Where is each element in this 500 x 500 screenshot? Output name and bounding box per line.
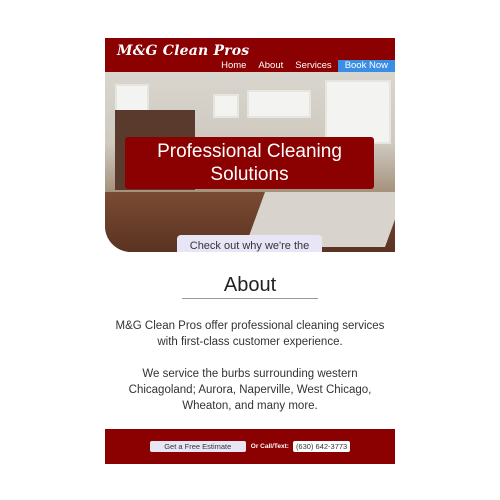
- site-header: M&G Clean Pros Home About Services Book …: [105, 38, 395, 72]
- main-nav: Home About Services Book Now: [215, 60, 395, 72]
- hero-title-line1: Professional Cleaning: [157, 141, 342, 162]
- hero-cta-label-line1: Check out why we're the: [189, 240, 310, 252]
- nav-item-home[interactable]: Home: [215, 60, 252, 72]
- hero-title-line2: Solutions: [210, 164, 289, 185]
- free-estimate-button[interactable]: Get a Free Estimate: [149, 441, 246, 452]
- window-image: [213, 94, 239, 118]
- hero-banner: Professional Cleaning Solutions: [125, 137, 374, 189]
- window-image: [325, 80, 391, 144]
- nav-item-about[interactable]: About: [252, 60, 289, 72]
- hero-section: Professional Cleaning Solutions Check ou…: [105, 72, 395, 252]
- about-divider: [182, 298, 318, 299]
- nav-item-book-now[interactable]: Book Now: [337, 60, 395, 72]
- phone-number[interactable]: (630) 642-3773: [292, 441, 351, 452]
- about-heading: About: [223, 274, 277, 296]
- nav-item-services[interactable]: Services: [289, 60, 337, 72]
- hero-cta-button[interactable]: Check out why we're the best: [177, 235, 322, 252]
- about-paragraph-1: M&G Clean Pros offer professional cleani…: [115, 320, 385, 348]
- window-image: [247, 90, 311, 118]
- site-footer: Get a Free Estimate Or Call/Text: (630) …: [105, 429, 395, 464]
- brand-logo[interactable]: M&G Clean Pros: [117, 43, 249, 59]
- hero-title: Professional Cleaning Solutions: [157, 140, 342, 186]
- call-text-label: Or Call/Text:: [250, 443, 289, 450]
- landing-page: M&G Clean Pros Home About Services Book …: [105, 38, 395, 464]
- about-paragraph-2: We service the burbs surrounding western…: [128, 368, 372, 412]
